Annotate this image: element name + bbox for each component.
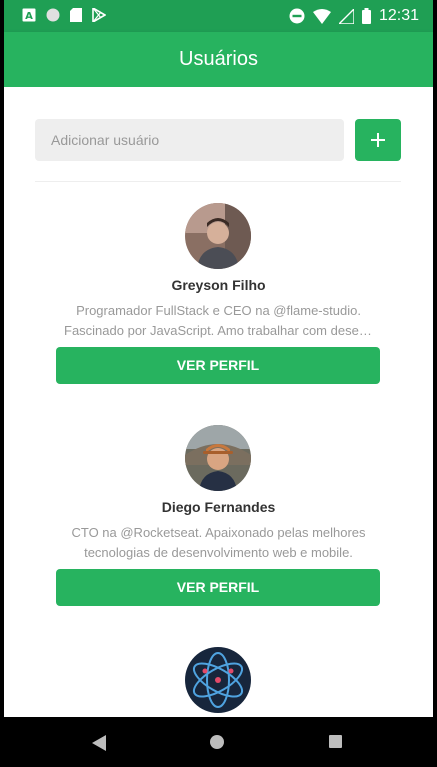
app-bar: Usuários bbox=[4, 32, 433, 87]
plus-icon bbox=[371, 133, 385, 147]
add-user-form bbox=[35, 119, 401, 161]
phone-screen: A 12:31 Usuários Adicionar usuário Greys… bbox=[4, 0, 433, 767]
system-nav-bar bbox=[4, 717, 433, 767]
avatar bbox=[185, 647, 251, 713]
add-user-button[interactable] bbox=[355, 119, 401, 161]
wifi-icon bbox=[312, 8, 331, 24]
users-screen: Greyson Filho Programador FullStack e CE… bbox=[4, 87, 433, 717]
sd-card-icon bbox=[70, 8, 82, 22]
user-bio: CTO na @Rocketseat. Apaixonado pelas mel… bbox=[64, 523, 373, 563]
user-bio-line: Fascinado por JavaScript. Amo trabalhar … bbox=[64, 323, 373, 338]
battery-icon bbox=[361, 8, 371, 24]
status-time: 12:31 bbox=[378, 7, 419, 24]
a-badge-icon: A bbox=[22, 8, 36, 22]
back-icon[interactable] bbox=[92, 735, 106, 751]
user-bio-line: Programador FullStack e CEO na @flame-st… bbox=[76, 303, 361, 318]
user-bio: Programador FullStack e CEO na @flame-st… bbox=[64, 301, 373, 341]
user-bio-line: tecnologias de desenvolvimento web e mob… bbox=[84, 545, 353, 560]
recent-apps-icon[interactable] bbox=[329, 735, 342, 748]
user-name: Diego Fernandes bbox=[161, 499, 276, 515]
home-icon[interactable] bbox=[210, 735, 224, 749]
add-user-input[interactable] bbox=[35, 119, 344, 161]
divider bbox=[35, 181, 401, 182]
page-title: Usuários bbox=[179, 48, 258, 70]
signal-icon bbox=[338, 8, 354, 24]
do-not-disturb-icon bbox=[289, 8, 305, 24]
view-profile-button[interactable]: VER PERFIL bbox=[56, 569, 380, 606]
avatar bbox=[185, 425, 251, 491]
avatar bbox=[185, 203, 251, 269]
user-name: Greyson Filho bbox=[171, 277, 266, 293]
user-bio-line: CTO na @Rocketseat. Apaixonado pelas mel… bbox=[71, 525, 366, 540]
svg-text:A: A bbox=[25, 11, 33, 22]
circle-icon bbox=[46, 8, 60, 22]
status-bar: A 12:31 bbox=[4, 0, 433, 32]
view-profile-button[interactable]: VER PERFIL bbox=[56, 347, 380, 384]
play-store-icon bbox=[92, 8, 106, 22]
